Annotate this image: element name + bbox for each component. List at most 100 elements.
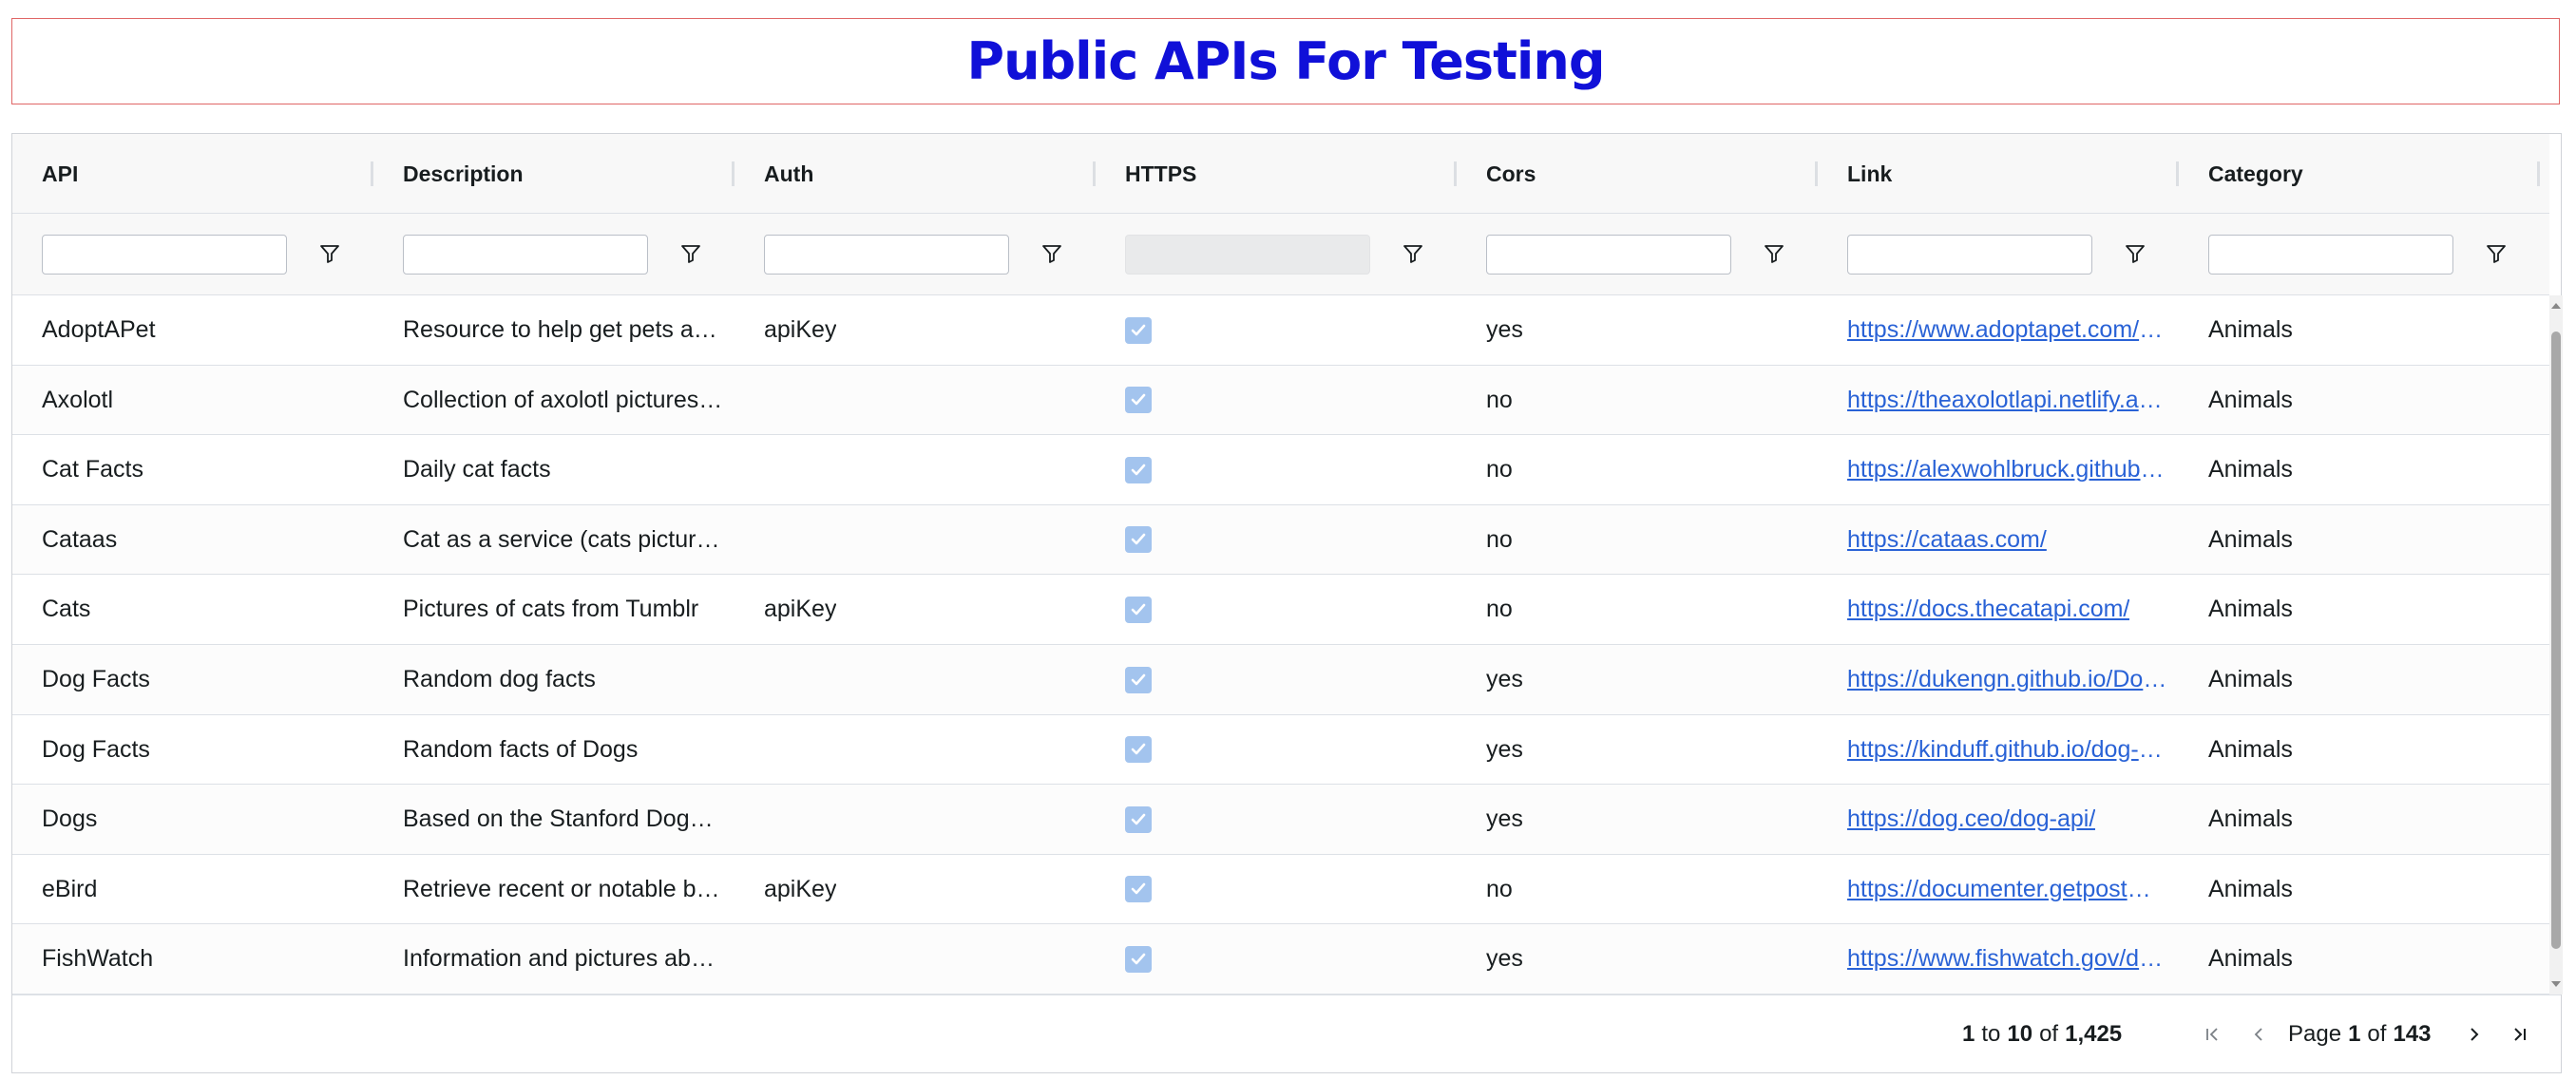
cell-https[interactable] — [1096, 366, 1457, 435]
cell-https[interactable] — [1096, 715, 1457, 785]
cell-cors[interactable]: no — [1457, 366, 1818, 435]
cell-cors[interactable]: yes — [1457, 715, 1818, 785]
cell-category[interactable]: Animals — [2179, 435, 2540, 504]
cell-api[interactable]: Dogs — [12, 785, 373, 854]
cell-cors[interactable]: yes — [1457, 785, 1818, 854]
cell-cors[interactable]: yes — [1457, 645, 1818, 714]
column-header-description[interactable]: Description — [373, 134, 735, 214]
cell-description[interactable]: Resource to help get pets adopted — [373, 295, 735, 365]
cell-category[interactable]: Animals — [2179, 715, 2540, 785]
https-checkbox[interactable] — [1125, 456, 1152, 483]
cell-description[interactable]: Based on the Stanford Dogs Dataset — [373, 785, 735, 854]
api-link[interactable]: https://dukengn.github.io/Dog-facts-API/ — [1847, 666, 2169, 693]
column-header-link[interactable]: Link — [1818, 134, 2179, 214]
table-row[interactable]: Cats Pictures of cats from Tumblr apiKey no… — [12, 575, 2549, 645]
https-checkbox[interactable] — [1125, 316, 1152, 344]
filter-button-description[interactable] — [680, 243, 703, 266]
cell-description[interactable]: Random facts of Dogs — [373, 715, 735, 785]
api-link[interactable]: https://docs.thecatapi.com/ — [1847, 596, 2129, 623]
https-checkbox[interactable] — [1125, 736, 1152, 764]
filter-input-link[interactable] — [1847, 235, 2092, 275]
filter-input-category[interactable] — [2208, 235, 2453, 275]
previous-page-button[interactable] — [2245, 1021, 2272, 1048]
scroll-down-arrow-icon[interactable] — [2549, 977, 2563, 991]
cell-description[interactable]: Cat as a service (cats pictures and gifs… — [373, 505, 735, 575]
column-header-category[interactable]: Category — [2179, 134, 2540, 214]
cell-cors[interactable]: no — [1457, 435, 1818, 504]
filter-input-auth[interactable] — [764, 235, 1009, 275]
last-page-button[interactable] — [2506, 1021, 2532, 1048]
cell-auth[interactable] — [735, 785, 1096, 854]
cell-api[interactable]: Cataas — [12, 505, 373, 575]
filter-input-https[interactable] — [1125, 235, 1370, 275]
cell-category[interactable]: Animals — [2179, 575, 2540, 644]
https-checkbox[interactable] — [1125, 387, 1152, 414]
table-row[interactable]: Cataas Cat as a service (cats pictures an… — [12, 504, 2549, 576]
table-row[interactable]: Dog Facts Random facts of Dogs yes https://… — [12, 714, 2549, 786]
cell-auth[interactable] — [735, 435, 1096, 504]
cell-api[interactable]: AdoptAPet — [12, 295, 373, 365]
table-row[interactable]: Axolotl Collection of axolotl pictures an… — [12, 365, 2549, 436]
table-row[interactable]: FishWatch Information and pictures about … — [12, 924, 2549, 995]
cell-cors[interactable]: yes — [1457, 295, 1818, 365]
cell-api[interactable]: Cat Facts — [12, 435, 373, 504]
api-link[interactable]: https://www.adoptapet.com/public/apis/pe… — [1847, 316, 2169, 344]
cell-api[interactable]: Dog Facts — [12, 645, 373, 714]
table-row[interactable]: eBird Retrieve recent or notable birding … — [12, 854, 2549, 925]
scroll-up-arrow-icon[interactable] — [2549, 299, 2563, 313]
cell-cors[interactable]: no — [1457, 855, 1818, 924]
table-row[interactable]: AdoptAPet Resource to help get pets adopt… — [12, 295, 2549, 366]
api-link[interactable]: https://documenter.getpostman.com/view/6… — [1847, 876, 2169, 903]
cell-https[interactable] — [1096, 785, 1457, 854]
api-link[interactable]: https://cataas.com/ — [1847, 526, 2047, 554]
cell-description[interactable]: Daily cat facts — [373, 435, 735, 504]
filter-button-category[interactable] — [2486, 243, 2509, 266]
api-link[interactable]: https://kinduff.github.io/dog-api/ — [1847, 736, 2169, 764]
table-row[interactable]: Cat Facts Daily cat facts no https://alexwo… — [12, 435, 2549, 505]
cell-api[interactable]: eBird — [12, 855, 373, 924]
first-page-button[interactable] — [2200, 1021, 2226, 1048]
cell-category[interactable]: Animals — [2179, 924, 2540, 994]
column-resize-handle[interactable] — [2537, 161, 2540, 186]
filter-input-api[interactable] — [42, 235, 287, 275]
cell-https[interactable] — [1096, 855, 1457, 924]
cell-cors[interactable]: yes — [1457, 924, 1818, 994]
vertical-scrollbar[interactable] — [2549, 295, 2563, 995]
cell-https[interactable] — [1096, 645, 1457, 714]
filter-input-cors[interactable] — [1486, 235, 1731, 275]
api-link[interactable]: https://dog.ceo/dog-api/ — [1847, 805, 2095, 833]
filter-input-description[interactable] — [403, 235, 648, 275]
filter-button-link[interactable] — [2125, 243, 2147, 266]
column-header-auth[interactable]: Auth — [735, 134, 1096, 214]
cell-api[interactable]: FishWatch — [12, 924, 373, 994]
cell-https[interactable] — [1096, 505, 1457, 575]
cell-cors[interactable]: no — [1457, 575, 1818, 644]
cell-description[interactable]: Collection of axolotl pictures and facts — [373, 366, 735, 435]
cell-auth[interactable] — [735, 366, 1096, 435]
cell-auth[interactable]: apiKey — [735, 855, 1096, 924]
https-checkbox[interactable] — [1125, 666, 1152, 693]
cell-cors[interactable]: no — [1457, 505, 1818, 575]
cell-auth[interactable] — [735, 505, 1096, 575]
cell-auth[interactable]: apiKey — [735, 295, 1096, 365]
api-link[interactable]: https://alexwohlbruck.github.io/cat-fact… — [1847, 456, 2169, 483]
cell-https[interactable] — [1096, 295, 1457, 365]
https-checkbox[interactable] — [1125, 945, 1152, 973]
table-row[interactable]: Dogs Based on the Stanford Dogs Dataset ye… — [12, 785, 2549, 855]
https-checkbox[interactable] — [1125, 805, 1152, 833]
cell-api[interactable]: Dog Facts — [12, 715, 373, 785]
https-checkbox[interactable] — [1125, 526, 1152, 554]
cell-category[interactable]: Animals — [2179, 645, 2540, 714]
api-link[interactable]: https://theaxolotlapi.netlify.app/ — [1847, 387, 2169, 414]
cell-auth[interactable] — [735, 645, 1096, 714]
cell-category[interactable]: Animals — [2179, 295, 2540, 365]
table-row[interactable]: Dog Facts Random dog facts yes https://duke… — [12, 645, 2549, 715]
cell-https[interactable] — [1096, 575, 1457, 644]
api-link[interactable]: https://www.fishwatch.gov/developers — [1847, 945, 2169, 973]
cell-https[interactable] — [1096, 435, 1457, 504]
cell-auth[interactable] — [735, 715, 1096, 785]
cell-category[interactable]: Animals — [2179, 855, 2540, 924]
cell-api[interactable]: Cats — [12, 575, 373, 644]
https-checkbox[interactable] — [1125, 596, 1152, 623]
column-header-api[interactable]: API — [12, 134, 373, 214]
